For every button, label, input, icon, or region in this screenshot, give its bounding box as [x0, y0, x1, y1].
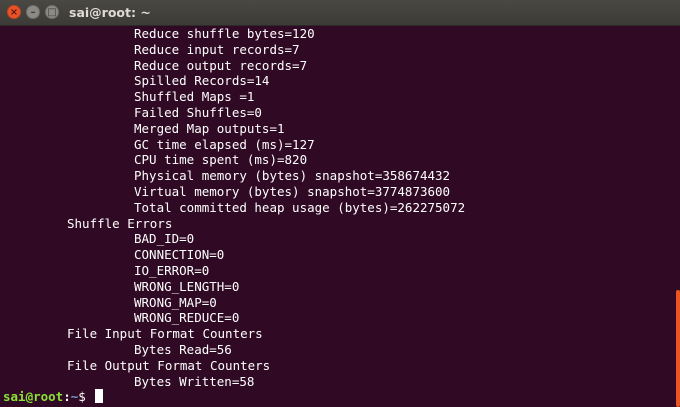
terminal-window: × – □ sai@root: ~ Reduce shuffle bytes=1… [0, 0, 680, 407]
output-line: CPU time spent (ms)=820 [134, 152, 308, 168]
output-line: Reduce output records=7 [134, 57, 308, 73]
output-line: CONNECTION=0 [134, 247, 225, 263]
prompt-user-host: sai@root [3, 389, 64, 405]
output-line: IO_ERROR=0 [134, 262, 210, 278]
prompt-symbol: $ [78, 389, 94, 405]
output-line: File Output Format Counters [67, 357, 271, 373]
output-line: Spilled Records=14 [134, 73, 270, 89]
output-line: Shuffled Maps =1 [134, 89, 255, 105]
output-line: Total committed heap usage (bytes)=26227… [134, 199, 466, 215]
maximize-icon: □ [47, 7, 57, 18]
prompt-separator: : [63, 389, 71, 405]
terminal-output[interactable]: Reduce shuffle bytes=120 Reduce input rec… [0, 26, 672, 407]
minimize-icon: – [30, 7, 36, 18]
title-bar[interactable]: × – □ sai@root: ~ [0, 0, 680, 26]
output-lines: Reduce shuffle bytes=120 Reduce input rec… [3, 26, 672, 389]
output-line: WRONG_REDUCE=0 [134, 310, 240, 326]
output-line: Reduce shuffle bytes=120 [134, 26, 315, 41]
output-line: WRONG_MAP=0 [134, 294, 217, 310]
output-line: Failed Shuffles=0 [134, 104, 262, 120]
output-line: Physical memory (bytes) snapshot=3586744… [134, 168, 451, 184]
output-line: Reduce input records=7 [134, 41, 300, 57]
maximize-button[interactable]: □ [45, 5, 59, 19]
close-button[interactable]: × [7, 5, 21, 19]
output-line: BAD_ID=0 [134, 231, 195, 247]
minimize-button[interactable]: – [26, 5, 40, 19]
output-line: WRONG_LENGTH=0 [134, 278, 240, 294]
output-line: Virtual memory (bytes) snapshot=37748736… [134, 183, 451, 199]
window-title: sai@root: ~ [69, 5, 151, 20]
output-line: File Input Format Counters [67, 326, 263, 342]
close-icon: × [9, 7, 19, 18]
output-line: Bytes Read=56 [134, 341, 232, 357]
output-line: GC time elapsed (ms)=127 [134, 136, 315, 152]
text-cursor [95, 389, 104, 404]
scrollbar-thumb[interactable] [676, 290, 680, 407]
output-line: Merged Map outputs=1 [134, 120, 285, 136]
output-line: Bytes Written=58 [134, 373, 255, 389]
output-line: Shuffle Errors [67, 215, 173, 231]
prompt-line[interactable]: sai@root:~$ [3, 389, 672, 405]
